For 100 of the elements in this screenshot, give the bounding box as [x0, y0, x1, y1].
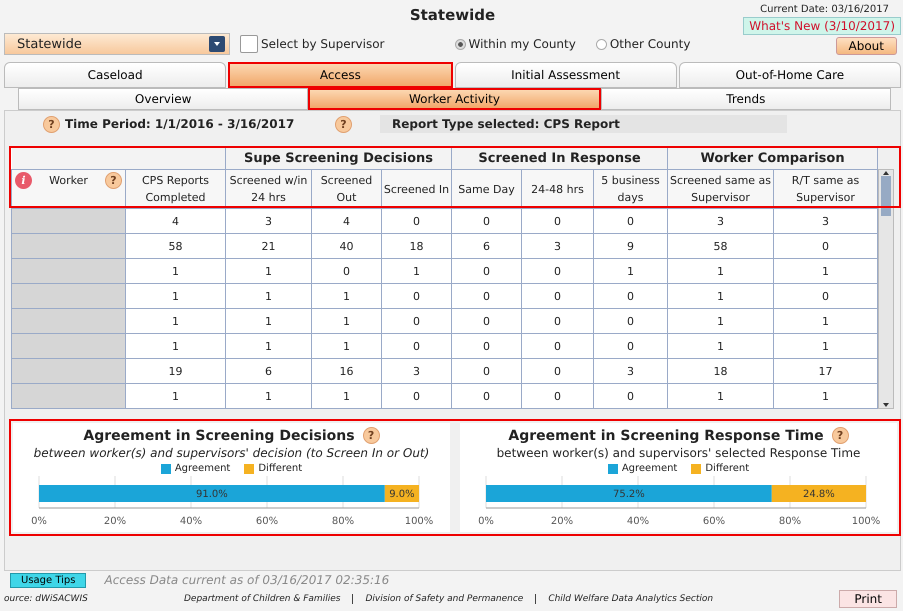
- table-cell: 0: [312, 258, 382, 284]
- chart-subtitle: between worker(s) and supervisors' decision (to Screen In or Out): [34, 446, 430, 460]
- table-cell: 1: [226, 384, 312, 408]
- table-cell: 19: [126, 358, 226, 384]
- legend-label: Different: [258, 463, 302, 474]
- table-cell: 1: [668, 308, 774, 334]
- checkbox-label: Select by Supervisor: [261, 37, 384, 51]
- subtab[interactable]: Worker Activity: [308, 88, 601, 110]
- scrollbar[interactable]: [878, 169, 894, 409]
- table-cell: 0: [522, 334, 594, 358]
- subtab[interactable]: Overview: [18, 88, 308, 110]
- table-cell: 0: [452, 284, 522, 308]
- help-icon[interactable]: ?: [104, 172, 122, 189]
- data-label: 75.2%: [612, 489, 644, 500]
- scope-select[interactable]: Statewide: [4, 33, 230, 55]
- table-cell: 3: [594, 358, 668, 384]
- chart-title: Agreement in Screening Decisions: [83, 428, 355, 444]
- help-icon[interactable]: ?: [832, 427, 849, 444]
- tab[interactable]: Initial Assessment: [454, 62, 677, 88]
- table-cell: 6: [452, 234, 522, 258]
- time-period: Time Period: 1/1/2016 - 3/16/2017: [65, 117, 296, 131]
- table-cell: 3: [668, 208, 774, 234]
- tick-label: 100%: [404, 516, 433, 527]
- tick-label: 60%: [702, 516, 725, 527]
- table-cell: 9: [594, 234, 668, 258]
- subtab[interactable]: Trends: [600, 88, 891, 110]
- table-cell: 0: [522, 208, 594, 234]
- table-cell: 18: [668, 358, 774, 384]
- table-cell: 0: [452, 258, 522, 284]
- column-header: 5 business days: [594, 170, 668, 208]
- usage-tips-button[interactable]: Usage Tips: [10, 572, 86, 588]
- table-cell: 1: [668, 284, 774, 308]
- legend-label: Different: [705, 463, 750, 474]
- column-header: Screened Out: [312, 170, 382, 208]
- whats-new-link[interactable]: What's New (3/10/2017): [743, 17, 901, 35]
- table-cell: 0: [382, 308, 452, 334]
- table-cell: 1: [312, 334, 382, 358]
- tab[interactable]: Caseload: [4, 62, 226, 88]
- table-cell: 58: [126, 234, 226, 258]
- table-cell: 0: [382, 334, 452, 358]
- help-icon[interactable]: ?: [362, 427, 380, 444]
- table-cell: 0: [522, 384, 594, 408]
- table-cell: 0: [452, 358, 522, 384]
- table-cell: 1: [226, 284, 312, 308]
- supervisor-checkbox[interactable]: [240, 35, 258, 53]
- tick-label: 40%: [626, 516, 649, 527]
- table-cell: 1: [312, 284, 382, 308]
- group-header: Screened In Response: [452, 148, 668, 170]
- tick-label: 20%: [550, 516, 573, 527]
- table-cell: 3: [226, 208, 312, 234]
- table-cell: 0: [522, 358, 594, 384]
- table-cell: 1: [312, 308, 382, 334]
- column-header: CPS Reports Completed: [126, 170, 226, 208]
- table-cell: 0: [522, 258, 594, 284]
- table-cell: 0: [594, 384, 668, 408]
- help-icon[interactable]: ?: [335, 116, 352, 132]
- radio-button[interactable]: [596, 38, 607, 50]
- help-icon[interactable]: ?: [43, 116, 60, 132]
- column-header: Screened same as Supervisor: [668, 170, 774, 208]
- table-cell: 0: [522, 308, 594, 334]
- data-current-note: Access Data current as of 03/16/2017 02:35:16: [104, 573, 390, 587]
- table-cell: 18: [382, 234, 452, 258]
- tick-label: 0%: [30, 516, 46, 527]
- table-cell: 1: [126, 284, 226, 308]
- scroll-down-icon[interactable]: [882, 402, 890, 408]
- tick-label: 80%: [331, 516, 354, 527]
- table-cell: 1: [668, 334, 774, 358]
- radio-label: Other County: [610, 37, 690, 51]
- table-cell: 1: [126, 258, 226, 284]
- table-cell: 0: [594, 308, 668, 334]
- column-header: Screened In: [382, 170, 452, 208]
- footer-text: Division of Safety and Permanence: [352, 594, 524, 604]
- table-cell: 3: [522, 234, 594, 258]
- about-button[interactable]: About: [836, 37, 897, 55]
- table-cell: 1: [312, 384, 382, 408]
- footer-text: Department of Children & Families: [184, 594, 340, 604]
- table-cell: 0: [452, 308, 522, 334]
- table-cell: 1: [382, 258, 452, 284]
- table-cell: 1: [126, 334, 226, 358]
- print-button[interactable]: Print: [839, 590, 897, 608]
- table-cell: 0: [774, 234, 878, 258]
- tick-label: 40%: [179, 516, 202, 527]
- tick-label: 0%: [478, 516, 494, 527]
- column-header: 24-48 hrs: [522, 170, 594, 208]
- table-cell: 0: [774, 284, 878, 308]
- tick-label: 20%: [103, 516, 126, 527]
- table-cell: 1: [126, 308, 226, 334]
- table-cell: 0: [452, 334, 522, 358]
- radio-button[interactable]: [454, 38, 466, 50]
- report-type: Report Type selected: CPS Report: [380, 115, 787, 133]
- tab[interactable]: Access: [228, 62, 452, 88]
- table-cell: 4: [312, 208, 382, 234]
- column-header: R/T same as Supervisor: [774, 170, 878, 208]
- column-header: Worker: [49, 173, 88, 189]
- scroll-thumb[interactable]: [881, 176, 892, 216]
- tab[interactable]: Out-of-Home Care: [678, 62, 901, 88]
- table-cell: 17: [774, 358, 878, 384]
- data-label: 24.8%: [802, 489, 834, 500]
- table-cell: 0: [452, 384, 522, 408]
- dropdown-icon[interactable]: [209, 36, 225, 52]
